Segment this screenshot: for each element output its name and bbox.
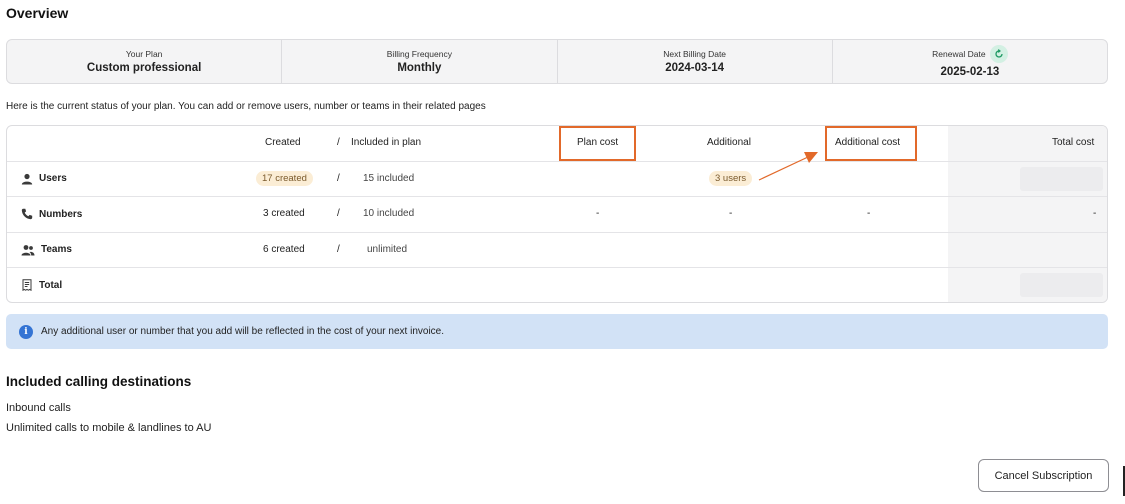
destination-item: Inbound calls bbox=[6, 402, 71, 414]
calling-destinations-title: Included calling destinations bbox=[6, 374, 192, 389]
invoice-notice: i Any additional user or number that you… bbox=[6, 314, 1108, 349]
destination-item: Unlimited calls to mobile & landlines to… bbox=[6, 422, 212, 434]
invoice-notice-text: Any additional user or number that you a… bbox=[41, 326, 445, 337]
info-icon: i bbox=[19, 324, 33, 339]
cancel-subscription-button[interactable]: Cancel Subscription bbox=[978, 459, 1109, 492]
window-edge-divider bbox=[1123, 466, 1125, 496]
